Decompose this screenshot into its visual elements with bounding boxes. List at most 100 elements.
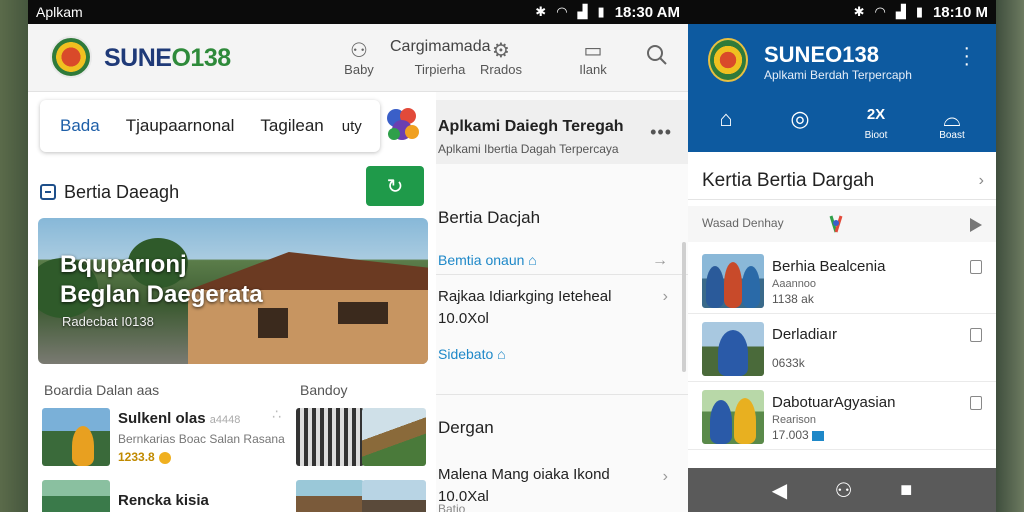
wifi-icon: ◠: [874, 4, 886, 19]
kebab-menu-icon[interactable]: · · ·: [963, 38, 970, 74]
list-item[interactable]: Derladiaır 0633k: [688, 316, 996, 382]
home-icon: ⌂: [528, 252, 537, 268]
hero-title: Bquparıonj Beglan Daegerata: [60, 251, 263, 308]
tab-tagilean[interactable]: Tagilean: [260, 116, 323, 136]
sub-header[interactable]: Wasad Denhay: [688, 206, 996, 242]
divider: [436, 394, 688, 395]
nav-baby[interactable]: ⚇ Baby: [334, 38, 384, 77]
list-item-title[interactable]: Rencka kisia: [118, 492, 209, 509]
app-header: SUNEO138 Aplkami Berdah Terpercaph · · · ⌂…: [688, 24, 996, 152]
item-meta: 1138 ak: [772, 292, 814, 306]
tab-bada[interactable]: Bada: [60, 116, 100, 136]
list-item-subtitle: Bernkarias Boac Salan Rasana: [118, 432, 285, 446]
detail-panel-header: Aplkami Daiegh Teregah Aplkami Ibertia D…: [436, 100, 688, 164]
bookmark-icon[interactable]: [970, 328, 982, 342]
chevron-right-icon: ›: [978, 172, 984, 189]
list-item[interactable]: DabotuarAgyasian Rearison 17.003: [688, 384, 996, 450]
signal-icon: ▟: [577, 4, 588, 19]
detail-heading: Bertia Dacjah: [438, 208, 541, 227]
code-icon: 2X: [866, 106, 886, 123]
system-nav-bar: ◀ ⚇ ■: [688, 468, 996, 512]
detail-subtitle: Aplkami Ibertia Dagah Terpercaya: [438, 142, 619, 156]
bluetooth-icon: ✱: [535, 4, 547, 19]
item-thumbnail[interactable]: [42, 480, 110, 512]
coin-icon: [158, 451, 171, 464]
compass-icon: ◎: [790, 106, 810, 131]
nav-settings[interactable]: ⚙ Rrados: [476, 38, 526, 77]
refresh-icon: ↻: [386, 175, 404, 198]
home-icon: ⌂: [497, 346, 506, 362]
hero-banner[interactable]: Bquparıonj Beglan Daegerata Radecbat I01…: [38, 218, 428, 364]
section-title: Kertia Bertia Dargah: [702, 170, 875, 191]
signal-icon: ▟: [895, 4, 906, 19]
tab-tjaupaarnonal[interactable]: Tjaupaarnonal: [126, 116, 235, 136]
detail-heading: Dergan: [438, 418, 494, 437]
nav-heading: Cargimamada: [390, 38, 491, 55]
item-thumbnail-house[interactable]: [362, 408, 426, 466]
chevron-right-icon[interactable]: ›: [663, 288, 668, 306]
more-options-icon[interactable]: •••: [650, 122, 672, 143]
list-item[interactable]: Berhia Bealcenia Aaannoo 1138 ak: [688, 248, 996, 314]
item-meta: 0633k: [772, 356, 805, 370]
refresh-button[interactable]: ↻: [366, 166, 424, 206]
play-icon[interactable]: [970, 218, 982, 232]
nav-video[interactable]: ▭ Ilank: [568, 38, 618, 77]
square-icon[interactable]: ■: [900, 479, 912, 502]
nav-boast[interactable]: ⌓ Boast: [922, 106, 982, 141]
settings-icon: ⚙: [492, 40, 510, 62]
nav-bioot[interactable]: 2X Bioot: [846, 106, 906, 141]
app-header: SUNEO138 ⚇ Baby Cargimamada Tirpierha ⚙ …: [28, 24, 688, 92]
app-logo[interactable]: [708, 38, 748, 82]
carrier-label: Aplkam: [36, 4, 83, 20]
battery-icon: ▮: [597, 4, 605, 19]
bluetooth-icon: ✱: [853, 4, 865, 19]
item-thumbnail[interactable]: [362, 480, 426, 512]
status-bar-right: ✱ ◠ ▟ ▮ 18:10 M: [688, 0, 996, 24]
arrow-right-icon[interactable]: →: [652, 252, 668, 270]
detail-link[interactable]: Sidebato ⌂: [438, 346, 506, 362]
list-item-title[interactable]: Sulkenl olas a4448: [118, 410, 240, 427]
back-icon[interactable]: ◀: [772, 478, 787, 503]
item-thumbnail-building[interactable]: [296, 408, 364, 466]
sub-header-label: Wasad Denhay: [702, 216, 784, 230]
section-header[interactable]: Kertia Bertia Dargah ›: [688, 160, 996, 200]
divider: [436, 274, 688, 275]
clock: 18:10 M: [932, 3, 988, 21]
person-icon[interactable]: ⚇: [835, 478, 853, 503]
clock: 18:30 AM: [614, 3, 680, 21]
item-thumbnail[interactable]: [42, 408, 110, 466]
item-meta: 17.003: [772, 428, 825, 442]
search-icon[interactable]: [646, 44, 668, 66]
nav-compass[interactable]: ◎: [770, 106, 830, 131]
detail-panel: Aplkami Daiegh Teregah Aplkami Ibertia D…: [436, 92, 688, 512]
house-window: [258, 308, 288, 338]
detail-link[interactable]: Bemtia onaun ⌂: [438, 252, 537, 268]
list-label: Boardia Dalan aas: [44, 382, 160, 398]
bookmark-icon[interactable]: [970, 396, 982, 410]
item-thumbnail[interactable]: [296, 480, 364, 512]
item-subtitle: Rearison: [772, 414, 817, 426]
item-title: Derladiaır: [772, 326, 838, 343]
section-checkbox-icon[interactable]: [40, 184, 56, 200]
brand-tagline: Aplkami Berdah Terpercaph: [764, 68, 912, 82]
detail-item[interactable]: Rajkaa Idiarkging Ieteheal 10.0Xol: [438, 286, 611, 330]
hero-subtitle: Radecbat I0138: [62, 314, 154, 329]
item-subtitle: Aaannoo: [772, 278, 817, 290]
people-icon: ⚇: [350, 40, 368, 62]
item-title: Berhia Bealcenia: [772, 258, 886, 275]
battery-icon: ▮: [915, 4, 923, 19]
nav-home[interactable]: ⌂: [696, 106, 756, 131]
item-thumbnail: [702, 390, 764, 444]
app-logo[interactable]: [50, 36, 92, 78]
tab-uty[interactable]: uty: [342, 118, 362, 135]
more-icon[interactable]: ∴: [272, 406, 281, 423]
list-item-meta: 1233.8: [118, 450, 171, 464]
bookmark-icon[interactable]: [970, 260, 982, 274]
wifi-icon: ◠: [556, 4, 568, 19]
colorful-logo-icon: [829, 215, 843, 233]
right-screen: SUNEO138 Aplkami Berdah Terpercaph · · · ⌂…: [688, 24, 996, 512]
chevron-right-icon[interactable]: ›: [663, 468, 668, 486]
nav-category[interactable]: Cargimamada Tirpierha: [390, 38, 490, 77]
left-screen: SUNEO138 ⚇ Baby Cargimamada Tirpierha ⚙ …: [28, 24, 688, 512]
scrollbar[interactable]: [682, 242, 686, 372]
